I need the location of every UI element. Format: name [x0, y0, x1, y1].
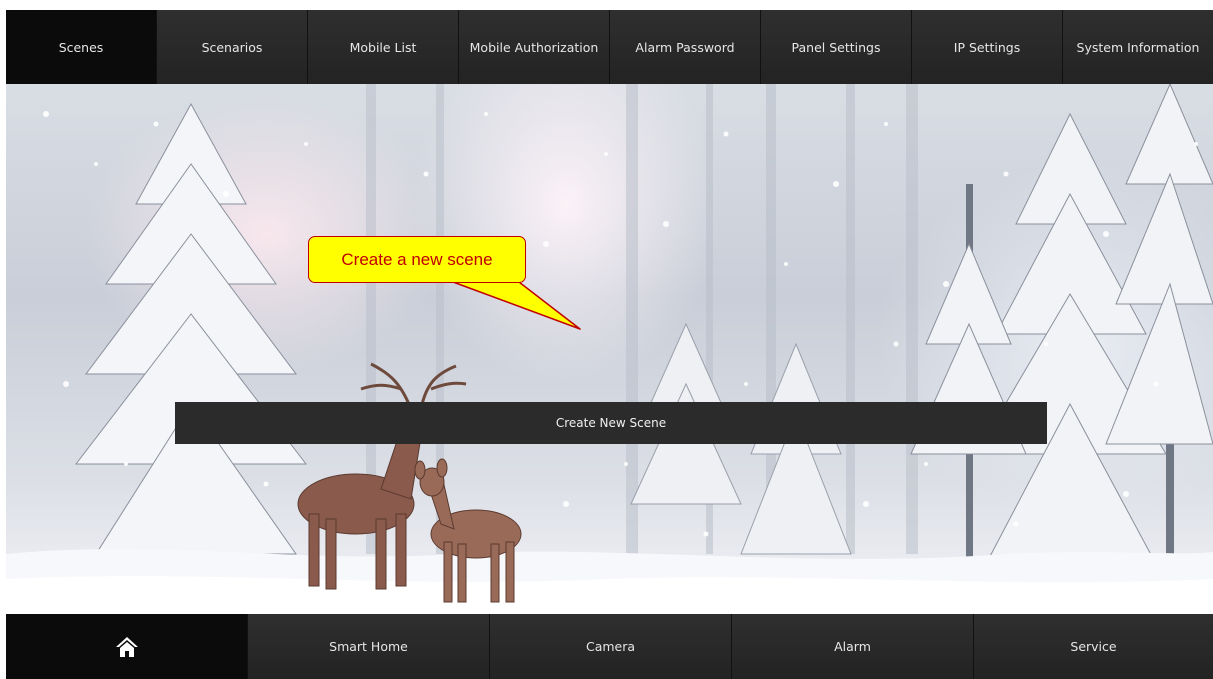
tab-scenes[interactable]: Scenes: [6, 10, 157, 84]
tab-mobile-list[interactable]: Mobile List: [308, 10, 459, 84]
callout-create-a-new-scene: Create a new scene: [308, 236, 526, 283]
bottom-nav-bar: Smart Home Camera Alarm Service: [6, 614, 1213, 679]
tab-ip-settings[interactable]: IP Settings: [912, 10, 1063, 84]
bottom-nav-smart-home[interactable]: Smart Home: [248, 614, 490, 679]
tab-panel-settings[interactable]: Panel Settings: [761, 10, 912, 84]
winter-forest-illustration: [6, 84, 1213, 614]
bottom-nav-alarm[interactable]: Alarm: [732, 614, 974, 679]
tab-mobile-authorization[interactable]: Mobile Authorization: [459, 10, 610, 84]
app-frame: Scenes Scenarios Mobile List Mobile Auth…: [6, 10, 1213, 679]
bottom-nav-service[interactable]: Service: [974, 614, 1213, 679]
bottom-nav-camera[interactable]: Camera: [490, 614, 732, 679]
top-tab-bar: Scenes Scenarios Mobile List Mobile Auth…: [6, 10, 1213, 84]
bottom-nav-home[interactable]: [6, 614, 248, 679]
winter-background-image: Create New Scene: [6, 84, 1213, 614]
home-icon: [115, 636, 138, 657]
tab-alarm-password[interactable]: Alarm Password: [610, 10, 761, 84]
create-new-scene-button[interactable]: Create New Scene: [175, 402, 1047, 444]
tab-scenarios[interactable]: Scenarios: [157, 10, 308, 84]
tab-system-information[interactable]: System Information: [1063, 10, 1213, 84]
